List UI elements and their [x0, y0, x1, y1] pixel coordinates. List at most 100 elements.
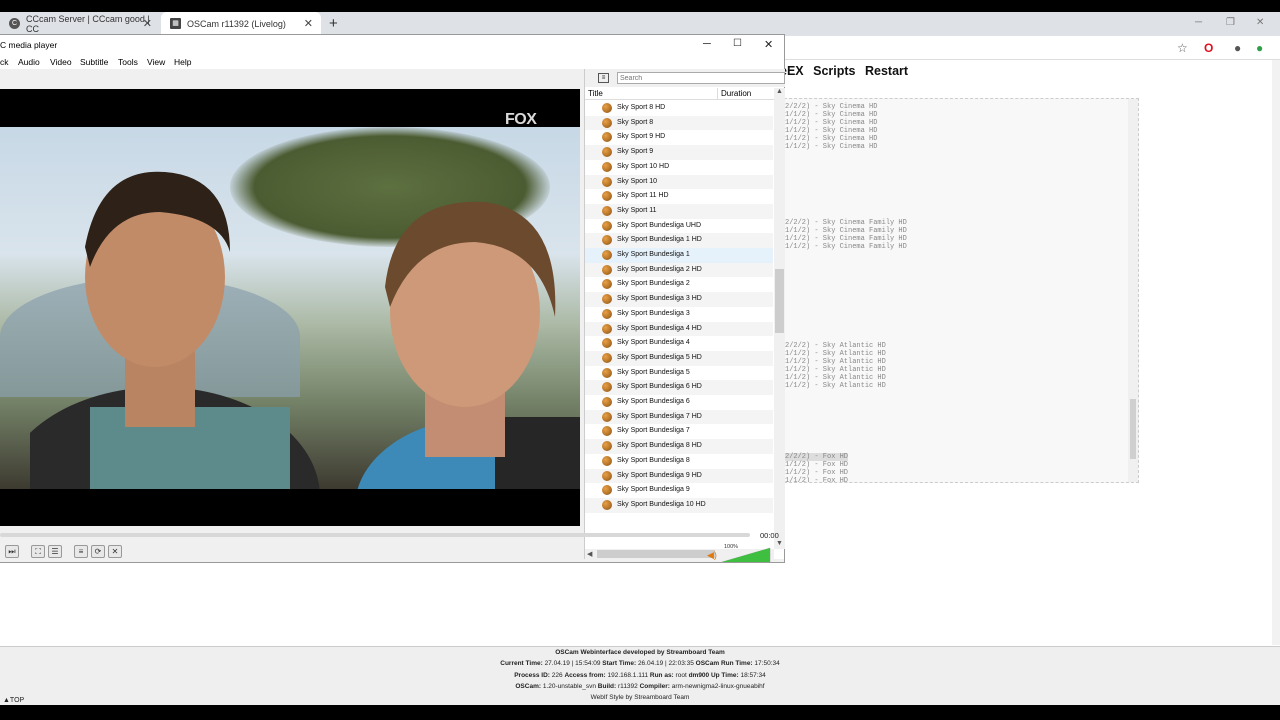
livelog-box[interactable]: 2/2/2) - Sky Cinema HD 1/1/2) - Sky Cinem… [784, 98, 1139, 483]
playlist-item[interactable]: Sky Sport Bundesliga 4 HD [585, 321, 773, 337]
menu-subtitle[interactable]: Subtitle [80, 57, 108, 67]
playlist-item-label: Sky Sport 9 [617, 148, 654, 156]
browser-tab-oscam[interactable]: ▦ OSCam r11392 (Livelog) ✕ [161, 12, 321, 36]
minimize-button[interactable]: ─ [1195, 17, 1202, 28]
playlist-item[interactable]: Sky Sport Bundesliga 5 HD [585, 350, 773, 366]
menu-tools[interactable]: Tools [118, 57, 138, 67]
playlist-item[interactable]: Sky Sport 8 [585, 115, 773, 131]
vlc-titlebar: C media player ─ ☐ ✕ [0, 35, 784, 55]
close-button[interactable]: ✕ [1256, 17, 1264, 28]
channel-icon [602, 499, 612, 510]
playlist-item[interactable]: Sky Sport Bundesliga 6 HD [585, 380, 773, 395]
playlist-item[interactable]: Sky Sport 9 [585, 145, 773, 160]
playlist-item[interactable]: Sky Sport Bundesliga 7 HD [585, 409, 773, 425]
playlist-item-label: Sky Sport 8 [617, 118, 654, 126]
menu-view[interactable]: View [147, 57, 165, 67]
menu-audio[interactable]: Audio [18, 57, 40, 67]
playlist-item[interactable]: Sky Sport Bundesliga 6 [585, 395, 773, 410]
oscam-version-label: OSCam: [515, 682, 542, 690]
menu-help[interactable]: Help [174, 57, 191, 67]
playlist-item-label: Sky Sport Bundesliga UHD [617, 221, 702, 229]
playlist-item[interactable]: Sky Sport 8 HD [585, 101, 773, 116]
playlist-item[interactable]: Sky Sport Bundesliga 8 [585, 454, 773, 469]
build-label: Build: [597, 682, 617, 690]
playlist-item[interactable]: Sky Sport Bundesliga 7 [585, 424, 773, 439]
scroll-down-icon[interactable]: ▼ [776, 540, 783, 547]
seek-bar[interactable] [0, 533, 750, 537]
next-media-icon[interactable]: ⏭ [5, 545, 19, 558]
vlc-minimize-button[interactable]: ─ [703, 38, 711, 50]
playlist-item-label: Sky Sport Bundesliga 7 [617, 427, 690, 435]
playlist-item[interactable]: Sky Sport Bundesliga UHD [585, 219, 773, 234]
video-frame [0, 127, 580, 489]
channel-icon [602, 308, 612, 319]
tab-close-icon[interactable]: ✕ [304, 17, 313, 30]
col-duration-header[interactable]: Duration [721, 89, 751, 98]
playlist-vscrollbar[interactable]: ▲ ▼ [774, 88, 785, 549]
scroll-up-icon[interactable]: ▲ [776, 88, 783, 95]
browser-tab-cccam[interactable]: C CCcam Server | CCcam good | CC ✕ [0, 12, 160, 36]
channel-icon [602, 338, 612, 349]
playlist-item[interactable]: Sky Sport Bundesliga 4 [585, 336, 773, 351]
menu-playback[interactable]: ck [0, 57, 9, 67]
log-line: 1/1/2) - Sky Cinema Family HD [785, 235, 907, 243]
playlist-item[interactable]: Sky Sport 10 HD [585, 160, 773, 175]
to-top-link[interactable]: ▲TOP [3, 697, 24, 704]
fullscreen-icon[interactable]: ⛶ [31, 545, 45, 558]
playlist-item[interactable]: Sky Sport Bundesliga 8 HD [585, 439, 773, 454]
playlist-hscroll-thumb[interactable] [597, 550, 715, 558]
extension-icon[interactable]: ● [1256, 41, 1263, 55]
livelog-scrollbar[interactable] [1128, 99, 1138, 482]
playlist-item[interactable]: Sky Sport Bundesliga 2 [585, 277, 773, 292]
video-person-left [30, 171, 320, 489]
compiler-value: arm-newnigma2-linux-gnueabihf [671, 682, 765, 690]
scroll-left-icon[interactable]: ◀ [587, 550, 592, 558]
playlist-item[interactable]: Sky Sport Bundesliga 2 HD [585, 262, 773, 278]
video-area[interactable]: FOX [0, 89, 580, 526]
playlist-item[interactable]: Sky Sport 11 HD [585, 189, 773, 204]
playlist-item[interactable]: Sky Sport Bundesliga 3 [585, 307, 773, 322]
playlist-item[interactable]: Sky Sport Bundesliga 3 HD [585, 292, 773, 307]
channel-icon [602, 117, 612, 128]
speaker-icon[interactable]: ◀) [707, 550, 717, 561]
playlist-item-label: Sky Sport 10 [617, 177, 658, 185]
vlc-window: C media player ─ ☐ ✕ ck Audio Video Subt… [0, 34, 785, 563]
playlist-item[interactable]: Sky Sport 11 [585, 203, 773, 219]
playlist-item[interactable]: Sky Sport Bundesliga 5 [585, 366, 773, 381]
nav-item-scripts[interactable]: Scripts [813, 64, 855, 78]
nav-item-restart[interactable]: Restart [865, 64, 908, 78]
playlist-item[interactable]: Sky Sport Bundesliga 1 HD [585, 233, 773, 248]
new-tab-button[interactable]: + [329, 15, 338, 32]
tab-close-icon[interactable]: ✕ [143, 17, 152, 30]
playlist-item-label: Sky Sport Bundesliga 6 [617, 398, 690, 405]
log-line: 1/1/2) - Sky Cinema Family HD [785, 227, 907, 235]
shuffle-icon[interactable]: ✕ [108, 545, 122, 558]
playlist-item[interactable]: Sky Sport 10 [585, 174, 773, 190]
page-scrollbar[interactable] [1272, 60, 1280, 645]
playlist-item[interactable]: Sky Sport Bundesliga 9 [585, 483, 773, 498]
run-time-label: OSCam Run Time: [695, 660, 753, 668]
channel-icon [602, 397, 612, 407]
col-title-header[interactable]: Title [588, 89, 603, 98]
livelog-scroll-thumb[interactable] [1130, 399, 1136, 459]
playlist-view-icon[interactable]: ≡ [598, 73, 609, 83]
opera-extension-icon[interactable]: O [1204, 41, 1213, 55]
playlist-item[interactable]: Sky Sport Bundesliga 1 [585, 248, 773, 263]
bookmark-star-icon[interactable]: ☆ [1177, 41, 1188, 55]
playlist-item[interactable]: Sky Sport 9 HD [585, 130, 773, 145]
playlist-search-input[interactable] [617, 72, 785, 84]
playlist-item[interactable]: Sky Sport Bundesliga 9 HD [585, 468, 773, 484]
playlist-toggle-icon[interactable]: ≡ [74, 545, 88, 558]
loop-icon[interactable]: ⟳ [91, 545, 105, 558]
vlc-title: C media player [0, 40, 58, 50]
playlist-vscroll-thumb[interactable] [775, 269, 784, 333]
menu-video[interactable]: Video [50, 57, 72, 67]
vlc-close-button[interactable]: ✕ [764, 38, 773, 51]
restore-button[interactable]: ❐ [1226, 17, 1235, 28]
extended-settings-icon[interactable]: ☰ [48, 545, 62, 558]
playlist-rows: Sky Sport 8 HD Sky Sport 8 Sky Sport 9 HD S… [585, 101, 773, 549]
channel-icon [602, 205, 612, 216]
profile-icon[interactable]: ● [1234, 41, 1241, 55]
vlc-maximize-button[interactable]: ☐ [733, 38, 742, 49]
playlist-item[interactable]: Sky Sport Bundesliga 10 HD [585, 497, 773, 513]
